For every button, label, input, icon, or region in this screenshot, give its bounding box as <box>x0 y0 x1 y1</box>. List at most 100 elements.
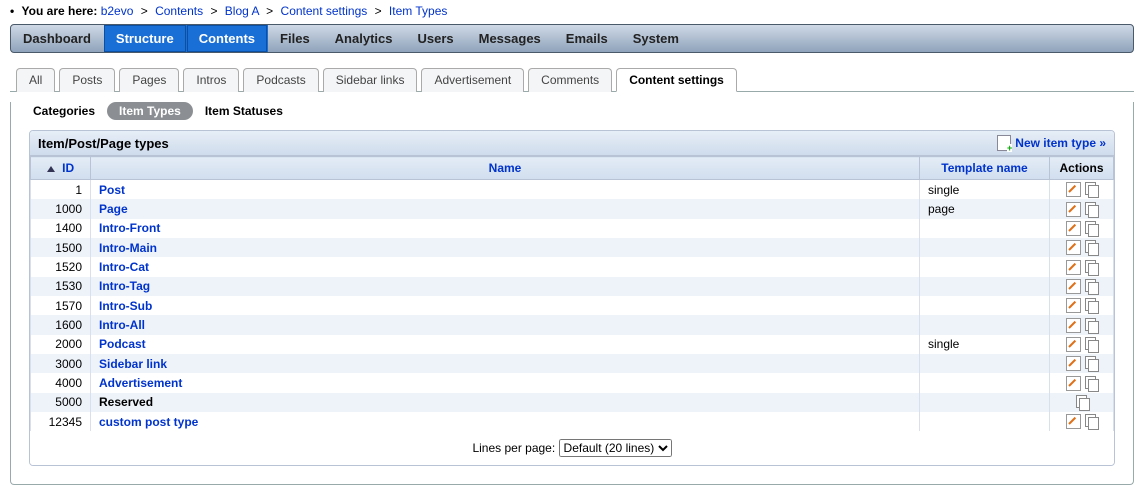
lines-per-page-select[interactable]: Default (20 lines) <box>559 439 672 457</box>
cell-template <box>920 315 1050 334</box>
col-header-template-link[interactable]: Template name <box>941 161 1027 175</box>
main-tab-files[interactable]: Files <box>268 25 323 52</box>
item-type-link[interactable]: Post <box>99 183 125 197</box>
edit-icon[interactable] <box>1066 182 1081 197</box>
item-type-link[interactable]: Intro-Main <box>99 241 157 255</box>
copy-icon[interactable] <box>1074 395 1089 410</box>
sub-tab-pages[interactable]: Pages <box>119 68 179 92</box>
breadcrumb-link[interactable]: Item Types <box>386 4 448 18</box>
copy-icon[interactable] <box>1083 182 1098 197</box>
main-tab-users[interactable]: Users <box>405 25 466 52</box>
cell-name: Intro-All <box>91 315 920 334</box>
edit-icon[interactable] <box>1066 221 1081 236</box>
col-header-id-link[interactable]: ID <box>62 161 74 175</box>
item-type-link[interactable]: Intro-Sub <box>99 299 152 313</box>
copy-icon[interactable] <box>1083 202 1098 217</box>
edit-icon[interactable] <box>1066 414 1081 429</box>
new-item-icon[interactable] <box>997 135 1011 151</box>
table-row: 1530Intro-Tag <box>31 277 1114 296</box>
new-item-type-link[interactable]: New item type » <box>1015 136 1106 150</box>
pill-tab-item-statuses[interactable]: Item Statuses <box>205 104 283 118</box>
breadcrumb-link[interactable]: Contents <box>152 4 207 18</box>
cell-id: 12345 <box>31 412 91 431</box>
table-row: 1500Intro-Main <box>31 238 1114 257</box>
item-type-link[interactable]: Intro-Front <box>99 221 160 235</box>
breadcrumb-sep: > <box>266 4 273 18</box>
edit-icon[interactable] <box>1066 376 1081 391</box>
item-type-link[interactable]: custom post type <box>99 415 198 429</box>
col-header-actions-label: Actions <box>1059 161 1103 175</box>
edit-icon[interactable] <box>1066 318 1081 333</box>
table-row: 1570Intro-Sub <box>31 296 1114 315</box>
sub-tab-bar: AllPostsPagesIntrosPodcastsSidebar links… <box>10 67 1134 92</box>
cell-actions <box>1050 335 1114 354</box>
copy-icon[interactable] <box>1083 221 1098 236</box>
cell-id: 1600 <box>31 315 91 334</box>
item-type-link[interactable]: Intro-Tag <box>99 279 150 293</box>
cell-actions <box>1050 393 1114 412</box>
pager-label: Lines per page: <box>472 441 555 455</box>
sub-tab-content-settings[interactable]: Content settings <box>616 68 737 92</box>
sub-tab-sidebar-links[interactable]: Sidebar links <box>323 68 418 92</box>
breadcrumb-link[interactable]: Blog A <box>221 4 262 18</box>
edit-icon[interactable] <box>1066 298 1081 313</box>
main-tab-emails[interactable]: Emails <box>554 25 621 52</box>
copy-icon[interactable] <box>1083 356 1098 371</box>
main-tab-structure[interactable]: Structure <box>104 25 187 52</box>
sub-tab-all[interactable]: All <box>16 68 55 92</box>
copy-icon[interactable] <box>1083 376 1098 391</box>
cell-actions <box>1050 373 1114 392</box>
col-header-id[interactable]: ID <box>31 157 91 180</box>
item-type-link[interactable]: Intro-Cat <box>99 260 149 274</box>
item-type-link[interactable]: Podcast <box>99 337 146 351</box>
edit-icon[interactable] <box>1066 356 1081 371</box>
col-header-name-link[interactable]: Name <box>489 161 522 175</box>
item-types-table: ID Name Template name Actions 1Postsingl… <box>30 156 1114 431</box>
main-tab-messages[interactable]: Messages <box>467 25 554 52</box>
pill-tab-categories[interactable]: Categories <box>33 104 95 118</box>
item-type-name: Reserved <box>99 395 153 409</box>
sub-tab-advertisement[interactable]: Advertisement <box>421 68 524 92</box>
table-row: 2000Podcastsingle <box>31 335 1114 354</box>
edit-icon[interactable] <box>1066 337 1081 352</box>
copy-icon[interactable] <box>1083 337 1098 352</box>
edit-icon[interactable] <box>1066 240 1081 255</box>
col-header-template[interactable]: Template name <box>920 157 1050 180</box>
edit-icon[interactable] <box>1066 279 1081 294</box>
item-type-link[interactable]: Advertisement <box>99 376 182 390</box>
sub-tab-podcasts[interactable]: Podcasts <box>243 68 318 92</box>
cell-actions <box>1050 238 1114 257</box>
copy-icon[interactable] <box>1083 318 1098 333</box>
main-tab-analytics[interactable]: Analytics <box>323 25 406 52</box>
edit-icon[interactable] <box>1066 202 1081 217</box>
sub-tab-posts[interactable]: Posts <box>59 68 115 92</box>
item-type-link[interactable]: Page <box>99 202 128 216</box>
cell-actions <box>1050 199 1114 218</box>
main-tab-bar: DashboardStructureContentsFilesAnalytics… <box>10 24 1134 53</box>
copy-icon[interactable] <box>1083 298 1098 313</box>
sort-asc-icon[interactable] <box>47 166 55 172</box>
main-tab-dashboard[interactable]: Dashboard <box>11 25 104 52</box>
cell-name: Intro-Front <box>91 219 920 238</box>
copy-icon[interactable] <box>1083 260 1098 275</box>
copy-icon[interactable] <box>1083 240 1098 255</box>
table-row: 1520 Intro-Cat <box>31 257 1114 276</box>
pill-tab-item-types[interactable]: Item Types <box>107 102 193 120</box>
main-tab-contents[interactable]: Contents <box>187 25 268 52</box>
breadcrumb-link[interactable]: Content settings <box>277 4 370 18</box>
copy-icon[interactable] <box>1083 414 1098 429</box>
sub-tab-comments[interactable]: Comments <box>528 68 612 92</box>
sub-tab-intros[interactable]: Intros <box>183 68 239 92</box>
cell-name: Advertisement <box>91 373 920 392</box>
col-header-name[interactable]: Name <box>91 157 920 180</box>
item-type-link[interactable]: Intro-All <box>99 318 145 332</box>
breadcrumb-link[interactable]: b2evo <box>101 4 137 18</box>
item-type-link[interactable]: Sidebar link <box>99 357 167 371</box>
copy-icon[interactable] <box>1083 279 1098 294</box>
cell-id: 5000 <box>31 393 91 412</box>
cell-id: 1520 <box>31 257 91 276</box>
cell-name: Page <box>91 199 920 218</box>
edit-icon[interactable] <box>1066 260 1081 275</box>
main-tab-system[interactable]: System <box>621 25 692 52</box>
cell-actions <box>1050 180 1114 200</box>
